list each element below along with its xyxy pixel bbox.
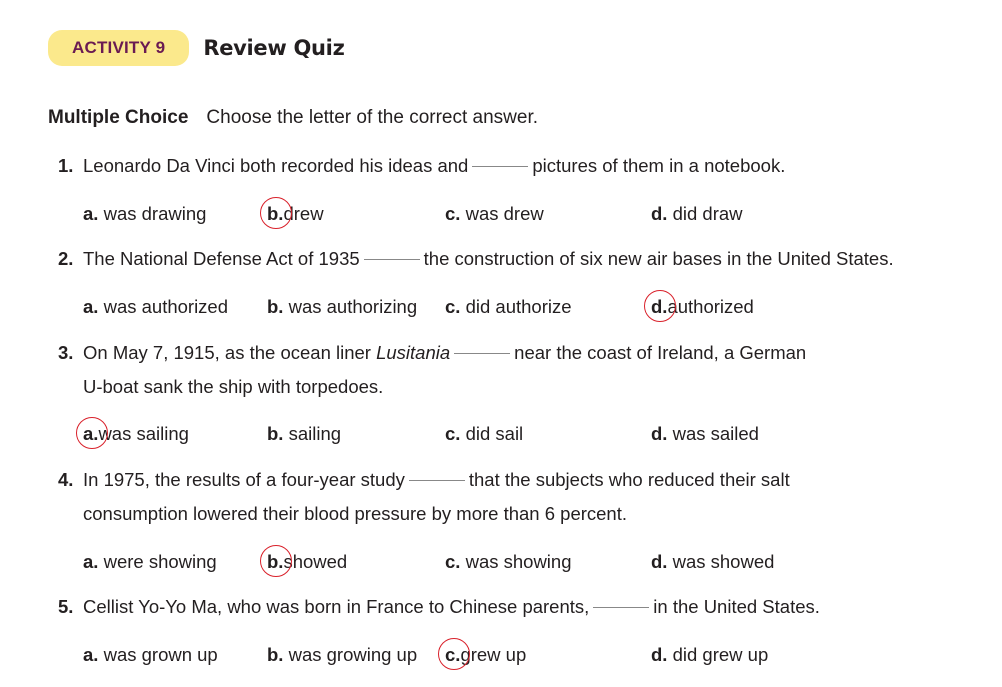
question-text-after: in the United States. bbox=[653, 596, 820, 617]
q5-option-a[interactable]: a. was grown up bbox=[83, 644, 218, 666]
option-text: did sail bbox=[465, 423, 524, 444]
question-text-after: pictures of them in a notebook. bbox=[532, 155, 786, 176]
question-text-line2: U-boat sank the ship with torpedoes. bbox=[83, 376, 384, 397]
activity-header: ACTIVITY 9 Review Quiz bbox=[48, 30, 345, 66]
answer-blank bbox=[593, 607, 650, 608]
question-text-before: In 1975, the results of a four-year stud… bbox=[83, 469, 405, 490]
option-text: did grew up bbox=[672, 644, 769, 665]
question-text-before: Leonardo Da Vinci both recorded his idea… bbox=[83, 155, 469, 176]
question-number: 5. bbox=[58, 596, 74, 617]
option-letter: b. bbox=[267, 423, 284, 444]
option-text: grew up bbox=[460, 644, 527, 665]
question-number: 2. bbox=[58, 248, 74, 269]
q4-option-c[interactable]: c. was showing bbox=[445, 551, 572, 573]
answer-circle bbox=[260, 197, 292, 229]
option-letter: a. bbox=[83, 644, 99, 665]
option-letter: d. bbox=[651, 644, 668, 665]
q5-option-c[interactable]: c.grew up bbox=[438, 638, 527, 670]
option-letter: b. bbox=[260, 197, 292, 229]
question-text-after: near the coast of Ireland, a German bbox=[514, 342, 807, 363]
answer-blank bbox=[454, 353, 511, 354]
q2-option-a[interactable]: a. was authorized bbox=[83, 296, 228, 318]
question-1: 1. Leonardo Da Vinci both recorded his id… bbox=[58, 149, 785, 183]
answer-blank bbox=[408, 480, 465, 481]
option-letter: b. bbox=[260, 545, 292, 577]
question-text-before: On May 7, 1915, as the ocean liner bbox=[83, 342, 371, 363]
answer-blank bbox=[363, 259, 420, 260]
q3-option-b[interactable]: b. sailing bbox=[267, 423, 341, 445]
q4-option-a[interactable]: a. were showing bbox=[83, 551, 217, 573]
option-letter: c. bbox=[445, 296, 461, 317]
option-letter: d. bbox=[651, 551, 668, 572]
option-letter: c. bbox=[445, 551, 461, 572]
q3-option-a[interactable]: a.was sailing bbox=[76, 417, 189, 449]
option-text: was showing bbox=[465, 551, 572, 572]
option-text: was grown up bbox=[103, 644, 218, 665]
option-text: did draw bbox=[672, 203, 743, 224]
section-instruction: Choose the letter of the correct answer. bbox=[206, 107, 539, 128]
q4-option-b[interactable]: b.showed bbox=[260, 545, 348, 577]
option-text: was drawing bbox=[103, 203, 207, 224]
question-text-after: that the subjects who reduced their salt bbox=[468, 469, 790, 490]
ship-name: Lusitania bbox=[376, 342, 451, 363]
answer-circle bbox=[76, 417, 108, 449]
option-letter: c. bbox=[445, 203, 461, 224]
option-text: was authorized bbox=[103, 296, 229, 317]
q3-option-d[interactable]: d. was sailed bbox=[651, 423, 759, 445]
question-4: 4. In 1975, the results of a four-year st… bbox=[58, 463, 790, 531]
option-letter: a. bbox=[83, 296, 99, 317]
option-text: showed bbox=[283, 551, 348, 572]
answer-blank bbox=[472, 166, 529, 167]
question-text-after: the construction of six new air bases in… bbox=[423, 248, 894, 269]
option-text: was sailed bbox=[672, 423, 759, 444]
section-heading: Multiple Choice Choose the letter of the … bbox=[48, 107, 538, 129]
question-2: 2. The National Defense Act of 1935 the co… bbox=[58, 242, 894, 276]
question-number: 1. bbox=[58, 155, 74, 176]
option-letter: b. bbox=[267, 644, 284, 665]
answer-circle bbox=[644, 290, 676, 322]
q1-option-a[interactable]: a. was drawing bbox=[83, 203, 206, 225]
q3-option-c[interactable]: c. did sail bbox=[445, 423, 523, 445]
activity-badge: ACTIVITY 9 bbox=[48, 30, 190, 66]
option-text: was showed bbox=[672, 551, 775, 572]
option-text: was drew bbox=[465, 203, 544, 224]
question-3: 3. On May 7, 1915, as the ocean liner Lus… bbox=[58, 336, 806, 404]
option-text: authorized bbox=[667, 296, 754, 317]
option-letter: d. bbox=[651, 203, 668, 224]
option-letter: a. bbox=[83, 551, 99, 572]
q1-option-c[interactable]: c. was drew bbox=[445, 203, 544, 225]
page-title: Review Quiz bbox=[203, 36, 345, 60]
option-letter: a. bbox=[76, 417, 108, 449]
option-letter: a. bbox=[83, 203, 99, 224]
option-text: was growing up bbox=[288, 644, 418, 665]
answer-circle bbox=[260, 545, 292, 577]
option-text: did authorize bbox=[465, 296, 572, 317]
q2-option-d[interactable]: d.authorized bbox=[644, 290, 754, 322]
q5-option-d[interactable]: d. did grew up bbox=[651, 644, 768, 666]
question-5: 5. Cellist Yo-Yo Ma, who was born in Fran… bbox=[58, 590, 820, 624]
option-text: sailing bbox=[288, 423, 342, 444]
option-text: was sailing bbox=[98, 423, 189, 444]
option-letter: b. bbox=[267, 296, 284, 317]
question-text-before: The National Defense Act of 1935 bbox=[83, 248, 360, 269]
question-number: 4. bbox=[58, 469, 74, 490]
q2-option-c[interactable]: c. did authorize bbox=[445, 296, 572, 318]
q5-option-b[interactable]: b. was growing up bbox=[267, 644, 417, 666]
q4-option-d[interactable]: d. was showed bbox=[651, 551, 774, 573]
q1-option-d[interactable]: d. did draw bbox=[651, 203, 743, 225]
section-label: Multiple Choice bbox=[48, 107, 189, 128]
answer-circle bbox=[438, 638, 470, 670]
option-letter: d. bbox=[651, 423, 668, 444]
option-text: was authorizing bbox=[288, 296, 418, 317]
option-text: were showing bbox=[103, 551, 217, 572]
option-letter: c. bbox=[445, 423, 461, 444]
option-letter: d. bbox=[644, 290, 676, 322]
option-letter: c. bbox=[438, 638, 470, 670]
question-text-line2: consumption lowered their blood pressure… bbox=[83, 503, 627, 524]
question-text-before: Cellist Yo-Yo Ma, who was born in France… bbox=[83, 596, 590, 617]
q1-option-b[interactable]: b.drew bbox=[260, 197, 324, 229]
question-number: 3. bbox=[58, 342, 74, 363]
q2-option-b[interactable]: b. was authorizing bbox=[267, 296, 417, 318]
